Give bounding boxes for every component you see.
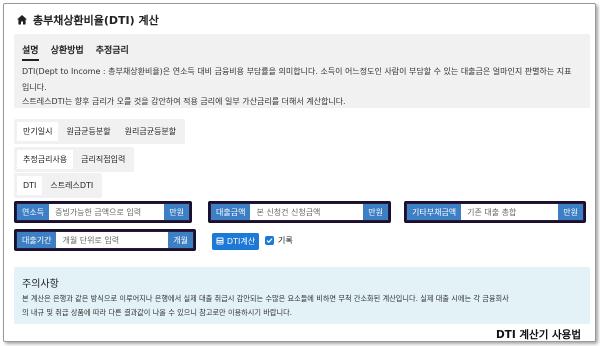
record-checkbox[interactable]: 기록: [265, 235, 293, 246]
other-debt-field: 기타부채금액 만원: [404, 201, 586, 223]
estimated-rate-button[interactable]: 추정금리사용: [17, 150, 74, 169]
caution-text-line1: 본 계산은 은행과 같은 방식으로 이루어지나 은행에서 실제 대출 취급시 감…: [22, 294, 509, 303]
stress-dti-button[interactable]: 스트레스DTI: [44, 176, 99, 195]
income-field: 연소득 만원: [14, 201, 192, 223]
loan-period-unit: 개월: [168, 232, 193, 248]
loan-period-input[interactable]: [56, 232, 169, 248]
direct-rate-input-button[interactable]: 금리직접입력: [75, 150, 131, 169]
other-debt-label: 기타부채금액: [407, 204, 462, 220]
repayment-method-group: 만기일시 원금균등분할 원리금균등분할: [14, 119, 186, 144]
loan-amount-unit: 만원: [363, 204, 388, 220]
caution-title: 주의사항: [22, 279, 59, 290]
repayment-equal-principal-button[interactable]: 원금균등분할: [60, 122, 116, 141]
calculator-panel: 총부채상환비율(DTI) 계산 설명 상환방법 추정금리 DTI(Dept to…: [3, 3, 596, 342]
calculator-icon: [216, 237, 224, 247]
other-debt-input[interactable]: [461, 204, 559, 220]
caution-box: 주의사항 본 계산은 은행과 같은 방식으로 이루어지나 은행에서 실제 대출 …: [14, 267, 590, 324]
repayment-bullet-button[interactable]: 만기일시: [17, 122, 59, 141]
page-title: 총부채상환비율(DTI) 계산: [16, 12, 159, 28]
income-input[interactable]: [49, 204, 165, 220]
home-icon[interactable]: [16, 11, 28, 30]
title-text: 총부채상환비율(DTI) 계산: [33, 14, 159, 27]
loan-amount-label: 대출금액: [211, 204, 251, 220]
repayment-equal-installment-button[interactable]: 원리금균등분할: [119, 122, 183, 141]
rate-option-group: 추정금리사용 금리직접입력: [14, 147, 135, 172]
info-text-line3: 스트레스DTI는 향후 금리가 오를 것을 감안하여 적용 금리에 일부 가산금…: [22, 97, 346, 106]
checkbox-checked-icon[interactable]: [265, 236, 274, 245]
info-box: 설명 상환방법 추정금리 DTI(Dept to Income : 총부채상환비…: [14, 34, 590, 108]
caution-text-line2: 의 내규 및 취급 상품에 따라 다른 결과값이 나올 수 있으니 참고로만 이…: [22, 308, 293, 317]
loan-period-label: 대출기간: [17, 232, 57, 248]
income-label: 연소득: [17, 204, 50, 220]
dti-calculate-button[interactable]: DTI계산: [212, 233, 259, 250]
loan-amount-field: 대출금액 만원: [208, 201, 391, 223]
tab-estimated-rate[interactable]: 추정금리: [96, 43, 129, 61]
dti-button[interactable]: DTI: [17, 176, 43, 195]
tab-bar: 설명 상환방법 추정금리: [22, 43, 129, 61]
info-text-line2: 입니다.: [22, 83, 47, 92]
loan-amount-input[interactable]: [250, 204, 364, 220]
record-label: 기록: [278, 236, 293, 245]
income-unit: 만원: [164, 204, 189, 220]
other-debt-unit: 만원: [558, 204, 583, 220]
tab-description[interactable]: 설명: [22, 43, 39, 61]
dti-type-group: DTI 스트레스DTI: [14, 173, 103, 198]
loan-period-field: 대출기간 개월: [14, 229, 196, 251]
tab-repayment-method[interactable]: 상환방법: [51, 43, 84, 61]
dti-calculate-label: DTI계산: [226, 237, 256, 246]
info-text-line1: DTI(Dept to Income : 총부채상환비율)은 연소득 대비 금융…: [22, 67, 572, 76]
usage-guide-title: DTI 계산기 사용법: [495, 329, 581, 341]
